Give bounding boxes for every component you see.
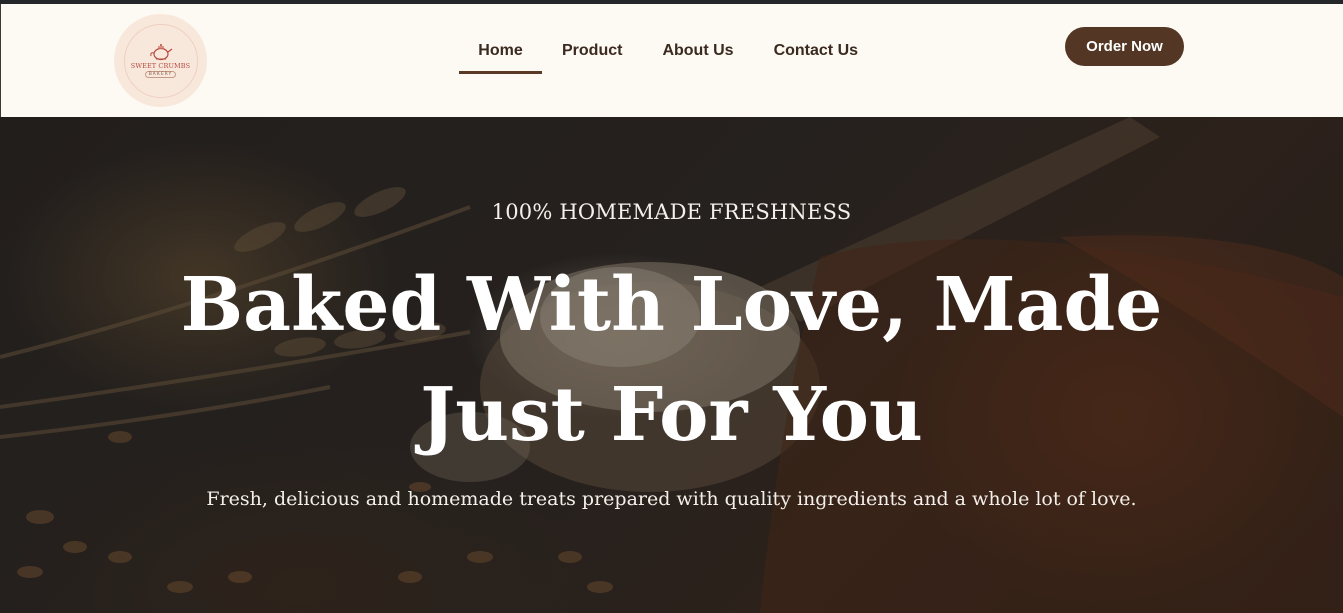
order-now-button[interactable]: Order Now bbox=[1065, 27, 1184, 66]
logo-badge: SWEET CRUMBS BAKERY bbox=[123, 23, 198, 98]
logo-title: SWEET CRUMBS bbox=[130, 62, 191, 70]
site-header: SWEET CRUMBS BAKERY Home Product About U… bbox=[0, 4, 1343, 117]
hero-subline: Fresh, delicious and homemade treats pre… bbox=[206, 488, 1137, 510]
logo-subtitle: BAKERY bbox=[144, 71, 177, 78]
hero-headline: Baked With Love, Made Just For You bbox=[180, 262, 1163, 458]
hero-eyebrow: 100% HOMEMADE FRESHNESS bbox=[491, 200, 852, 224]
nav-item-contact-us[interactable]: Contact Us bbox=[774, 4, 858, 75]
nav-item-product[interactable]: Product bbox=[562, 4, 622, 75]
nav-item-about-us[interactable]: About Us bbox=[662, 4, 733, 75]
nav-item-home[interactable]: Home bbox=[459, 4, 542, 75]
main-nav: Home Product About Us Contact Us bbox=[459, 4, 898, 117]
hero-section: 100% HOMEMADE FRESHNESS Baked With Love,… bbox=[0, 117, 1343, 613]
hero-content: 100% HOMEMADE FRESHNESS Baked With Love,… bbox=[0, 117, 1343, 613]
teapot-icon bbox=[149, 44, 172, 61]
bakery-logo[interactable]: SWEET CRUMBS BAKERY bbox=[114, 14, 207, 107]
